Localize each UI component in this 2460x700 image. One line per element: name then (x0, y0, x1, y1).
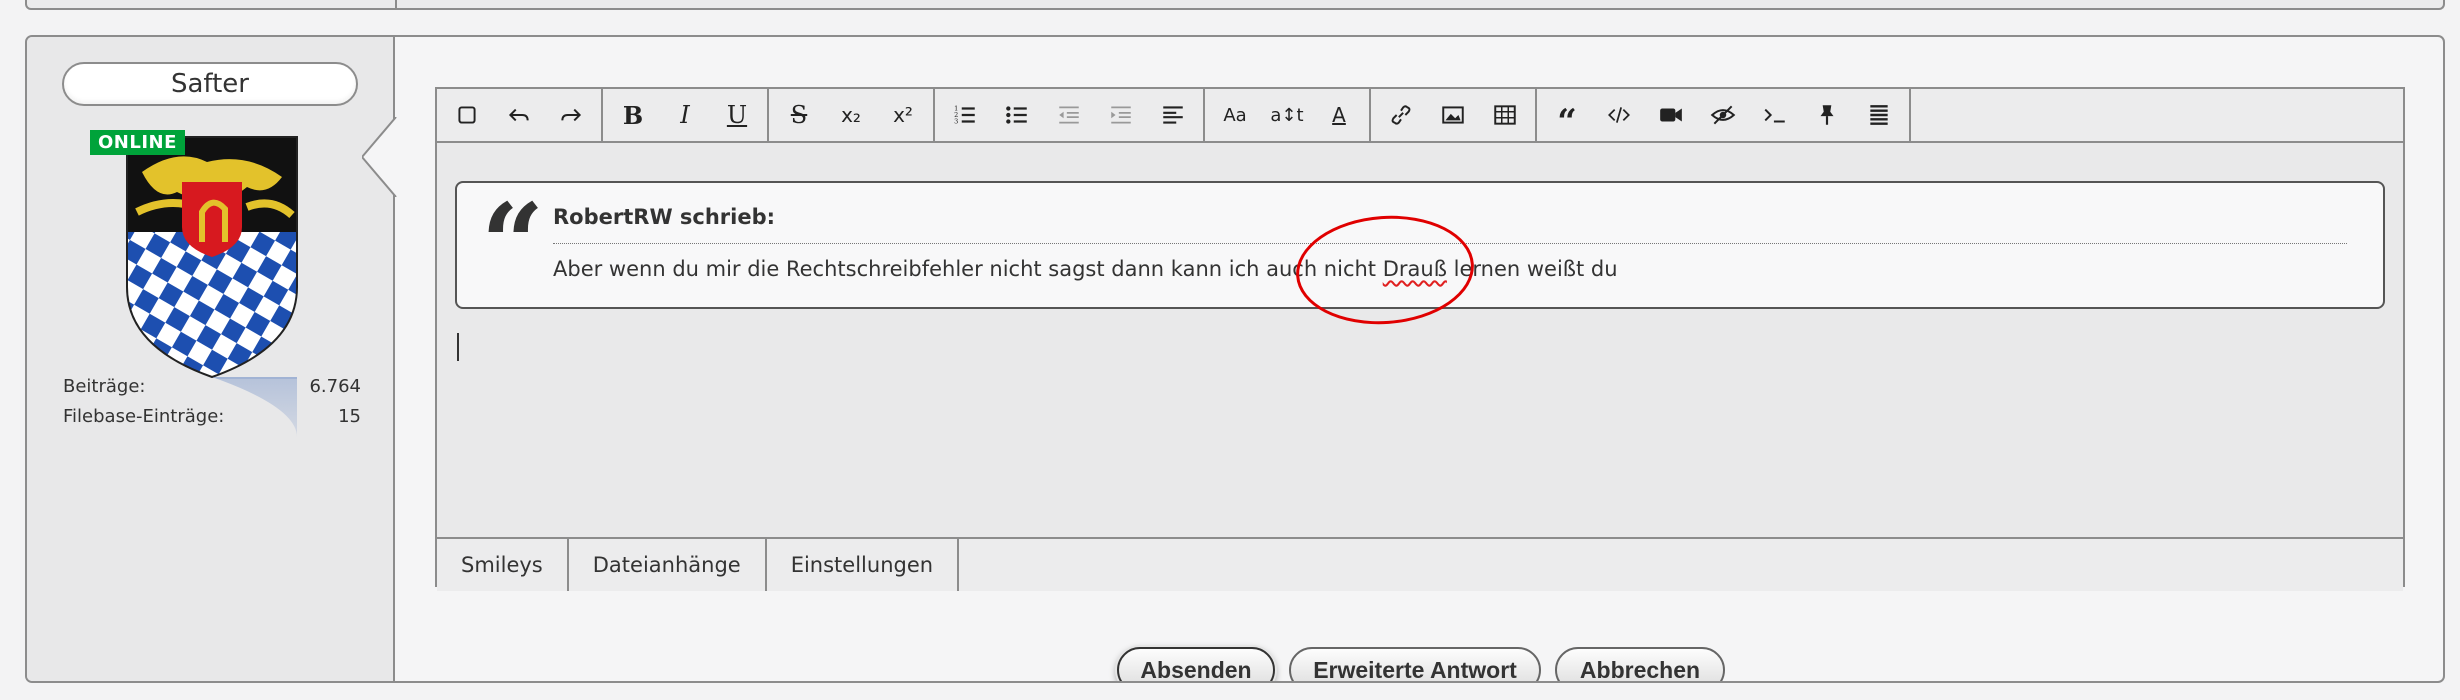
stat-filebase[interactable]: Filebase-Einträge: 15 (63, 402, 361, 432)
online-badge: ONLINE (90, 130, 185, 155)
toolbar-group-font: Aa a↕t A (1205, 89, 1371, 141)
redo-icon[interactable] (545, 89, 597, 141)
quote-icon[interactable]: “ (1541, 89, 1593, 142)
stat-value: 6.764 (309, 376, 361, 397)
quote-mark-icon: “ (481, 179, 545, 308)
stat-value: 15 (338, 406, 361, 427)
outdent-icon[interactable] (1043, 89, 1095, 141)
image-icon[interactable] (1427, 89, 1479, 141)
text-caret (457, 333, 459, 361)
code-icon[interactable] (1593, 89, 1645, 141)
strikethrough-icon[interactable]: S (773, 89, 825, 141)
tab-smileys[interactable]: Smileys (437, 539, 569, 591)
toolbar-group-script: S x₂ x² (769, 89, 935, 141)
svg-text:3: 3 (954, 118, 958, 126)
video-icon[interactable] (1645, 89, 1697, 141)
align-icon[interactable] (1147, 89, 1199, 141)
superscript-icon[interactable]: x² (877, 89, 929, 141)
italic-icon[interactable]: I (659, 89, 711, 141)
checkbox-icon[interactable] (441, 89, 493, 141)
spoiler-icon[interactable] (1697, 89, 1749, 141)
table-icon[interactable] (1479, 89, 1531, 141)
user-stats: Beiträge: 6.764 Filebase-Einträge: 15 (63, 372, 361, 432)
editor-content[interactable]: “ RobertRW schrieb: Aber wenn du mir die… (437, 143, 2403, 537)
reply-post: Safter ONLINE Beiträge: 6.764 Filebase-E… (25, 35, 2445, 683)
user-sidebar: Safter ONLINE Beiträge: 6.764 Filebase-E… (27, 37, 395, 681)
previous-post-edge (25, 0, 2445, 10)
toolbar-group-lists: 123 (935, 89, 1205, 141)
bold-icon[interactable]: B (607, 89, 659, 141)
cancel-button[interactable]: Abbrechen (1555, 647, 1725, 681)
editor-toolbar: B I U S x₂ x² 123 Aa a↕t A “ (437, 89, 2403, 143)
ordered-list-icon[interactable]: 123 (939, 89, 991, 141)
tab-settings[interactable]: Einstellungen (767, 539, 960, 591)
inline-code-icon[interactable] (1749, 89, 1801, 141)
stat-posts[interactable]: Beiträge: 6.764 (63, 372, 361, 402)
message-editor: B I U S x₂ x² 123 Aa a↕t A “ “ RobertRW … (435, 87, 2405, 591)
font-size-icon[interactable]: a↕t (1261, 89, 1313, 141)
undo-icon[interactable] (493, 89, 545, 141)
speech-pointer (362, 117, 397, 197)
tab-attachments[interactable]: Dateianhänge (569, 539, 767, 591)
submit-button[interactable]: Absenden (1117, 647, 1275, 681)
pin-icon[interactable] (1801, 89, 1853, 141)
toolbar-group-history (437, 89, 603, 141)
extended-reply-button[interactable]: Erweiterte Antwort (1289, 647, 1541, 681)
justify-icon[interactable] (1853, 89, 1905, 141)
editor-tabs: Smileys Dateianhänge Einstellungen (437, 537, 2403, 591)
underline-icon[interactable]: U (711, 89, 763, 141)
toolbar-group-insert (1371, 89, 1537, 141)
link-icon[interactable] (1375, 89, 1427, 141)
indent-icon[interactable] (1095, 89, 1147, 141)
unordered-list-icon[interactable] (991, 89, 1043, 141)
subscript-icon[interactable]: x₂ (825, 89, 877, 141)
font-family-icon[interactable]: Aa (1209, 89, 1261, 141)
toolbar-group-blocks: “ (1537, 89, 1911, 142)
quote-author: RobertRW schrieb: (553, 205, 776, 229)
username[interactable]: Safter (62, 62, 358, 106)
previous-post-divider (395, 0, 397, 8)
toolbar-group-format: B I U (603, 89, 769, 141)
font-color-icon[interactable]: A (1313, 89, 1365, 141)
stat-label: Beiträge: (63, 376, 146, 397)
stat-label: Filebase-Einträge: (63, 406, 225, 427)
